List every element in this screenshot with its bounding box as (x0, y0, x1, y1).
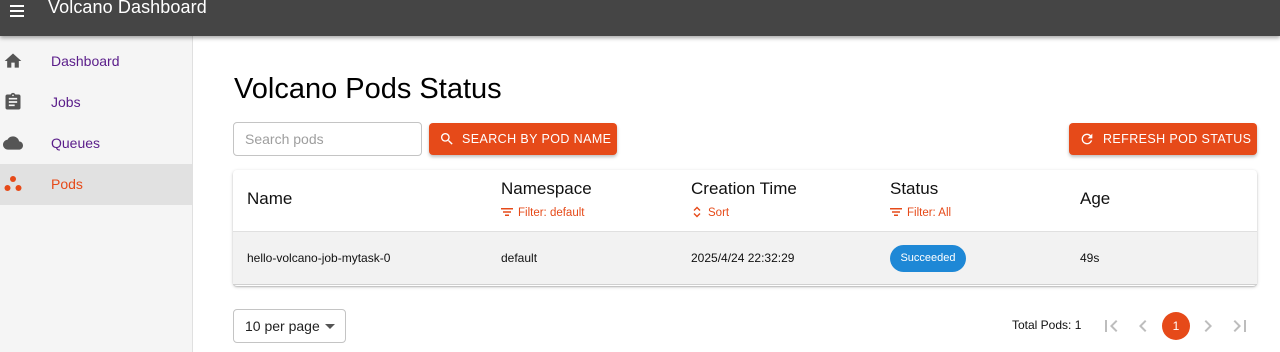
previous-page-icon[interactable] (1131, 314, 1155, 338)
rows-per-page-select[interactable]: 10 per page (233, 309, 346, 343)
search-input[interactable] (233, 122, 422, 156)
chevron-down-icon (325, 324, 335, 329)
sidebar-item-label: Dashboard (51, 53, 120, 69)
column-header-status: Status (890, 179, 939, 198)
sidebar-item-jobs[interactable]: Jobs (0, 82, 192, 123)
clipboard-icon (3, 92, 23, 112)
refresh-pod-status-button[interactable]: Refresh Pod Status (1069, 123, 1257, 155)
status-filter-label: Filter: All (907, 207, 952, 219)
status-badge: Succeeded (890, 245, 966, 272)
next-page-icon[interactable] (1196, 314, 1220, 338)
refresh-button-label: Refresh Pod Status (1103, 132, 1252, 146)
unfold-icon (691, 206, 703, 218)
column-header-age: Age (1080, 189, 1111, 208)
pods-table: Name Namespace Filter: default Creation … (233, 170, 1257, 286)
sidebar-item-pods[interactable]: Pods (0, 164, 192, 205)
creation-time-cell: 2025/4/24 22:32:29 (691, 251, 795, 265)
menu-icon[interactable] (8, 2, 28, 20)
refresh-icon (1079, 131, 1095, 147)
table-row[interactable]: hello-volcano-job-mytask-0 default 2025/… (233, 231, 1257, 285)
last-page-icon[interactable] (1228, 314, 1252, 338)
cloud-icon (3, 133, 23, 153)
status-filter[interactable]: Filter: All (890, 206, 951, 219)
sidebar-item-label: Queues (51, 135, 101, 151)
sidebar-item-label: Pods (51, 176, 83, 192)
search-icon (439, 131, 455, 147)
pods-icon (3, 174, 23, 194)
filter-icon (890, 206, 902, 218)
sidebar-item-queues[interactable]: Queues (0, 123, 192, 164)
namespace-filter-label: Filter: default (518, 207, 585, 219)
filter-icon (501, 206, 513, 218)
page-title: Volcano Pods Status (234, 73, 502, 105)
pod-name-cell: hello-volcano-job-mytask-0 (247, 251, 391, 265)
search-button-label: Search by Pod Name (462, 132, 612, 146)
first-page-icon[interactable] (1099, 314, 1123, 338)
app-title: Volcano Dashboard (48, 0, 207, 17)
column-header-namespace: Namespace (501, 179, 592, 198)
namespace-cell: default (501, 251, 538, 265)
home-icon (3, 51, 23, 71)
column-header-name: Name (247, 189, 293, 208)
total-pods-count: Total Pods: 1 (1012, 318, 1082, 332)
sidebar-item-label: Jobs (51, 94, 81, 110)
column-header-creation-time: Creation Time (691, 179, 797, 198)
app-bar: Volcano Dashboard (0, 0, 1280, 36)
sidebar-item-dashboard[interactable]: Dashboard (0, 41, 192, 82)
creation-time-sort[interactable]: Sort (691, 206, 729, 219)
sidebar: Dashboard Jobs Queues Pods (0, 36, 193, 352)
age-cell: 49s (1080, 251, 1100, 265)
sort-label: Sort (708, 207, 730, 219)
search-by-pod-name-button[interactable]: Search by Pod Name (429, 123, 617, 155)
namespace-filter[interactable]: Filter: default (501, 206, 584, 219)
rows-per-page-value: 10 per page (245, 318, 320, 334)
page-button-current[interactable]: 1 (1162, 312, 1190, 340)
